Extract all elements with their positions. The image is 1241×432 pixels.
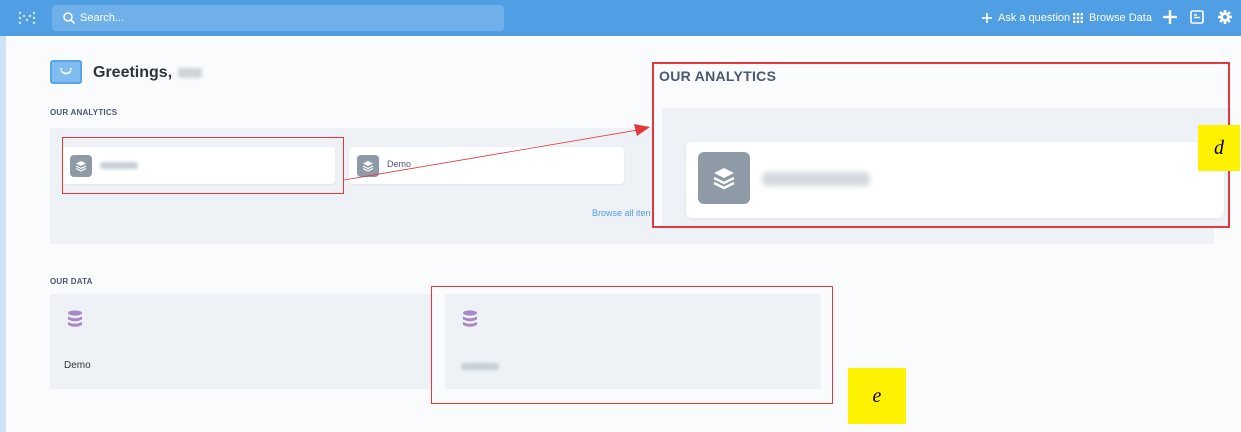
blurred-collection-name [762,172,870,186]
collection-stack-icon [698,152,750,204]
annotation-label-d: d [1198,125,1240,171]
zoom-callout: OUR ANALYTICS [652,62,1230,228]
zoom-section-label: OUR ANALYTICS [659,68,777,84]
annotation-label-e: e [848,368,906,424]
zoom-collection-card [686,142,1224,218]
